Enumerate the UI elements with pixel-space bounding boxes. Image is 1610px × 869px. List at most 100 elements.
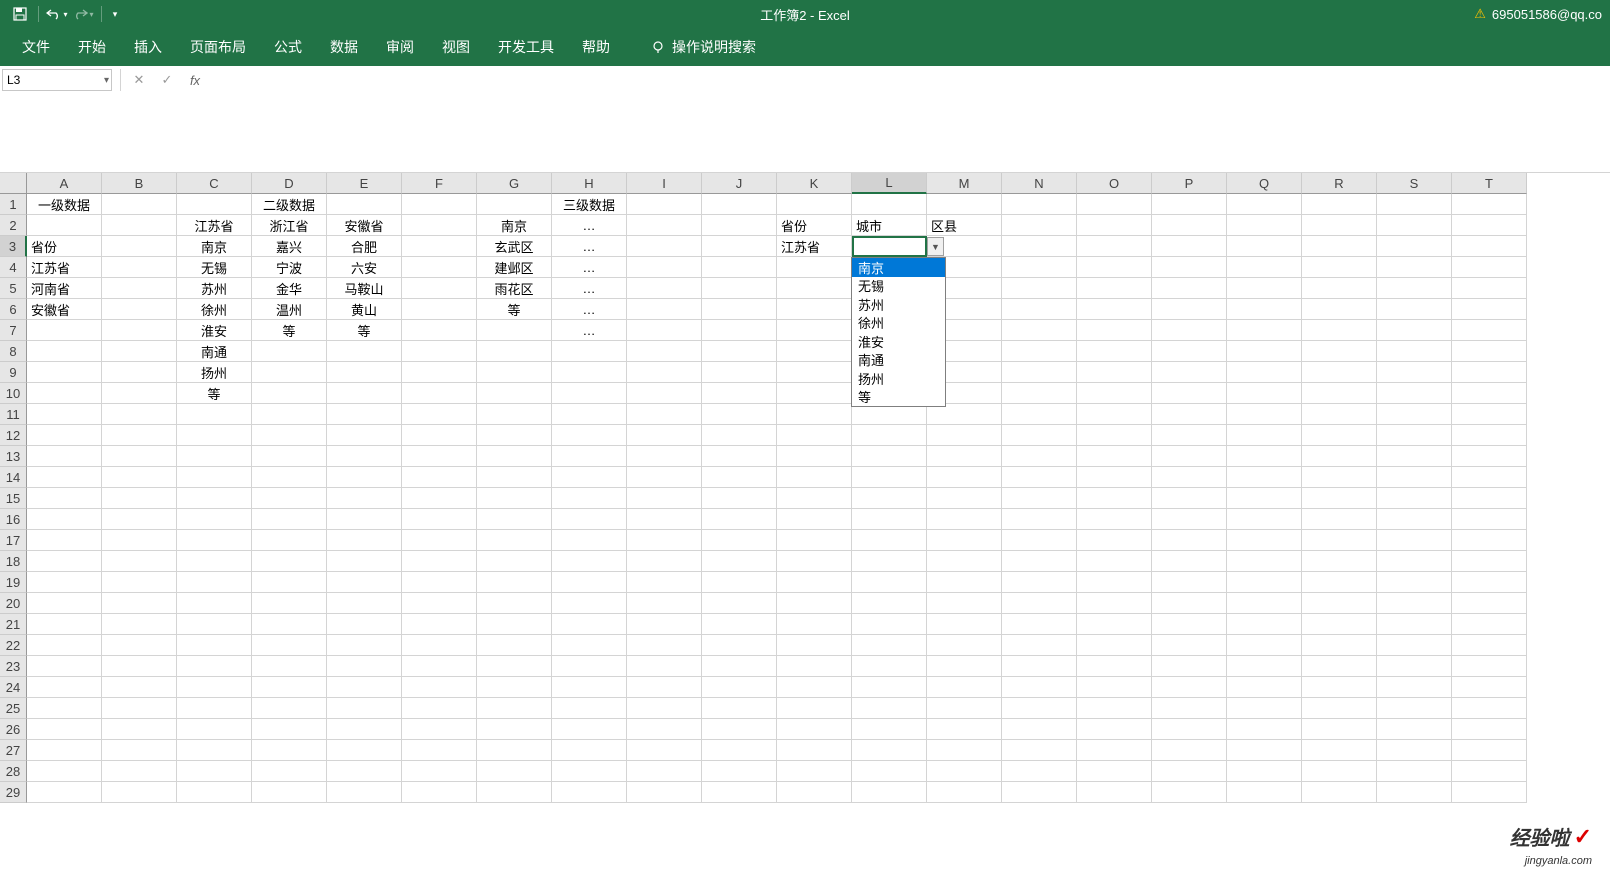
cell-I23[interactable]: [627, 656, 702, 677]
cell-Q10[interactable]: [1227, 383, 1302, 404]
cell-D1[interactable]: 二级数据: [252, 194, 327, 215]
cell-S6[interactable]: [1377, 299, 1452, 320]
cell-N13[interactable]: [1002, 446, 1077, 467]
cell-L28[interactable]: [852, 761, 927, 782]
cell-O18[interactable]: [1077, 551, 1152, 572]
cell-M16[interactable]: [927, 509, 1002, 530]
cell-I5[interactable]: [627, 278, 702, 299]
cell-J27[interactable]: [702, 740, 777, 761]
chevron-down-icon[interactable]: ▾: [104, 75, 109, 86]
cell-T19[interactable]: [1452, 572, 1527, 593]
row-header-22[interactable]: 22: [0, 635, 27, 656]
cell-C18[interactable]: [177, 551, 252, 572]
cell-Q8[interactable]: [1227, 341, 1302, 362]
cell-H24[interactable]: [552, 677, 627, 698]
cell-C13[interactable]: [177, 446, 252, 467]
cell-P21[interactable]: [1152, 614, 1227, 635]
cell-D27[interactable]: [252, 740, 327, 761]
cell-I14[interactable]: [627, 467, 702, 488]
tab-file[interactable]: 文件: [8, 28, 64, 66]
cell-F16[interactable]: [402, 509, 477, 530]
cell-F15[interactable]: [402, 488, 477, 509]
cell-A23[interactable]: [27, 656, 102, 677]
cell-K6[interactable]: [777, 299, 852, 320]
cell-D5[interactable]: 金华: [252, 278, 327, 299]
cell-C9[interactable]: 扬州: [177, 362, 252, 383]
row-header-17[interactable]: 17: [0, 530, 27, 551]
cell-D2[interactable]: 浙江省: [252, 215, 327, 236]
cell-G19[interactable]: [477, 572, 552, 593]
cell-I28[interactable]: [627, 761, 702, 782]
cell-C16[interactable]: [177, 509, 252, 530]
cell-B20[interactable]: [102, 593, 177, 614]
cell-L3[interactable]: [852, 236, 927, 257]
cell-H22[interactable]: [552, 635, 627, 656]
cell-G28[interactable]: [477, 761, 552, 782]
cell-S10[interactable]: [1377, 383, 1452, 404]
cell-A5[interactable]: 河南省: [27, 278, 102, 299]
cell-L13[interactable]: [852, 446, 927, 467]
cell-A14[interactable]: [27, 467, 102, 488]
cell-L23[interactable]: [852, 656, 927, 677]
cell-R17[interactable]: [1302, 530, 1377, 551]
cell-S27[interactable]: [1377, 740, 1452, 761]
cell-E4[interactable]: 六安: [327, 257, 402, 278]
cell-K13[interactable]: [777, 446, 852, 467]
cell-M22[interactable]: [927, 635, 1002, 656]
cell-F20[interactable]: [402, 593, 477, 614]
cell-A11[interactable]: [27, 404, 102, 425]
cell-E3[interactable]: 合肥: [327, 236, 402, 257]
cell-E29[interactable]: [327, 782, 402, 803]
cell-S20[interactable]: [1377, 593, 1452, 614]
cell-E22[interactable]: [327, 635, 402, 656]
cell-K26[interactable]: [777, 719, 852, 740]
cell-G24[interactable]: [477, 677, 552, 698]
cell-S18[interactable]: [1377, 551, 1452, 572]
cell-K15[interactable]: [777, 488, 852, 509]
cell-H25[interactable]: [552, 698, 627, 719]
cell-G5[interactable]: 雨花区: [477, 278, 552, 299]
cell-Q20[interactable]: [1227, 593, 1302, 614]
cell-D4[interactable]: 宁波: [252, 257, 327, 278]
cell-E19[interactable]: [327, 572, 402, 593]
cell-I3[interactable]: [627, 236, 702, 257]
cell-Q11[interactable]: [1227, 404, 1302, 425]
cell-B9[interactable]: [102, 362, 177, 383]
cell-N23[interactable]: [1002, 656, 1077, 677]
cell-C8[interactable]: 南通: [177, 341, 252, 362]
cell-A27[interactable]: [27, 740, 102, 761]
cell-C1[interactable]: [177, 194, 252, 215]
cell-Q14[interactable]: [1227, 467, 1302, 488]
cell-O20[interactable]: [1077, 593, 1152, 614]
row-header-23[interactable]: 23: [0, 656, 27, 677]
col-header-K[interactable]: K: [777, 173, 852, 194]
cell-H20[interactable]: [552, 593, 627, 614]
cell-P13[interactable]: [1152, 446, 1227, 467]
cell-K11[interactable]: [777, 404, 852, 425]
cell-P19[interactable]: [1152, 572, 1227, 593]
cell-E20[interactable]: [327, 593, 402, 614]
cell-E2[interactable]: 安徽省: [327, 215, 402, 236]
cell-R25[interactable]: [1302, 698, 1377, 719]
cell-P2[interactable]: [1152, 215, 1227, 236]
cell-G9[interactable]: [477, 362, 552, 383]
cell-J17[interactable]: [702, 530, 777, 551]
row-header-19[interactable]: 19: [0, 572, 27, 593]
validation-dropdown-button[interactable]: ▼: [927, 237, 944, 256]
cell-I11[interactable]: [627, 404, 702, 425]
cell-R15[interactable]: [1302, 488, 1377, 509]
cell-L12[interactable]: [852, 425, 927, 446]
cell-H29[interactable]: [552, 782, 627, 803]
cell-G22[interactable]: [477, 635, 552, 656]
cell-O17[interactable]: [1077, 530, 1152, 551]
cell-O5[interactable]: [1077, 278, 1152, 299]
cell-F24[interactable]: [402, 677, 477, 698]
cell-P28[interactable]: [1152, 761, 1227, 782]
cell-I13[interactable]: [627, 446, 702, 467]
cell-F22[interactable]: [402, 635, 477, 656]
cell-J29[interactable]: [702, 782, 777, 803]
cell-H17[interactable]: [552, 530, 627, 551]
cell-J7[interactable]: [702, 320, 777, 341]
cell-J19[interactable]: [702, 572, 777, 593]
cell-T20[interactable]: [1452, 593, 1527, 614]
